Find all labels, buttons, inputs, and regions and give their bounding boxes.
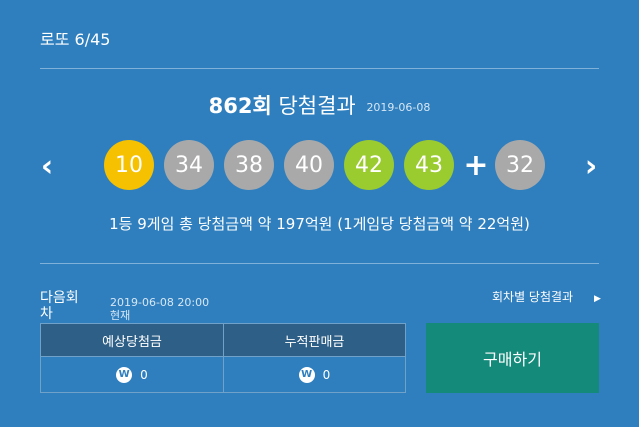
app-title: 로또 6/45 xyxy=(40,30,111,49)
caret-right-icon: ▶ xyxy=(594,294,601,304)
bonus-ball: 32 xyxy=(495,140,545,190)
next-round-time: 2019-06-08 20:00 현재 xyxy=(110,296,210,322)
expected-prize-amount: 0 xyxy=(140,367,148,382)
result-label: 당첨결과 xyxy=(278,94,356,118)
plus-icon: + xyxy=(463,147,489,183)
accumulated-sales-amount: 0 xyxy=(322,367,331,382)
expected-prize-value: W 0 xyxy=(40,356,224,393)
chevron-right-icon[interactable]: › xyxy=(576,148,606,184)
draw-heading: 862회 당첨결과 2019-06-08 xyxy=(0,90,639,120)
per-round-results-link[interactable]: 회차별 당첨결과 ▶ xyxy=(492,290,612,305)
chevron-left-icon[interactable]: ‹ xyxy=(32,148,62,184)
buy-button[interactable]: 구매하기 xyxy=(426,323,599,393)
won-icon: W xyxy=(298,366,315,383)
lotto-ball: 10 xyxy=(104,140,154,190)
lotto-ball: 34 xyxy=(164,140,214,190)
accumulated-sales-value: W 0 xyxy=(223,356,406,393)
expected-prize-header: 예상당첨금 xyxy=(40,323,224,357)
won-icon: W xyxy=(116,366,133,383)
top-divider xyxy=(40,68,599,69)
lotto-ball: 42 xyxy=(344,140,394,190)
lotto-ball: 40 xyxy=(284,140,334,190)
mid-divider xyxy=(40,263,599,264)
lotto-ball: 43 xyxy=(404,140,454,190)
next-round-label: 다음회차 xyxy=(40,290,79,322)
prize-summary: 1등 9게임 총 당첨금액 약 197억원 (1게임당 당첨금액 약 22억원) xyxy=(109,215,530,233)
draw-date: 2019-06-08 xyxy=(366,100,431,114)
per-round-link-label: 회차별 당첨결과 xyxy=(492,290,574,304)
round-number: 862회 xyxy=(208,94,272,118)
lotto-ball: 38 xyxy=(224,140,274,190)
accumulated-sales-header: 누적판매금 xyxy=(223,323,406,357)
